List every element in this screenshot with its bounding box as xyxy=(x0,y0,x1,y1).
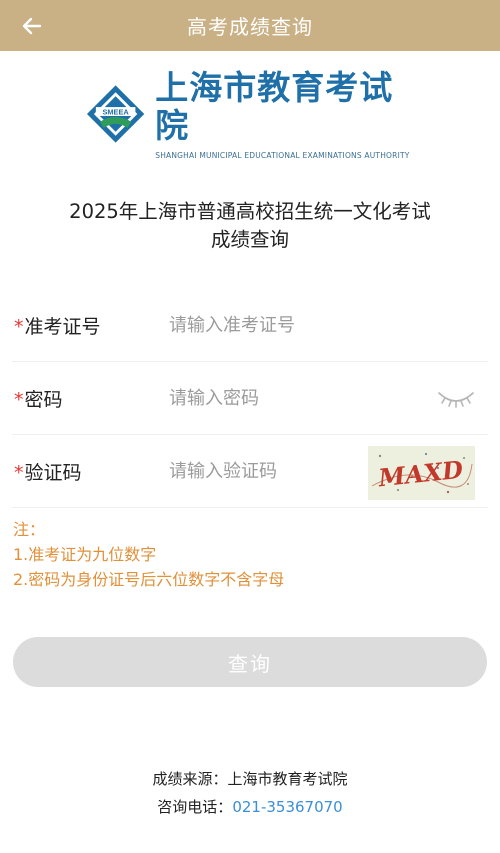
arrow-left-icon xyxy=(22,17,42,35)
password-input[interactable] xyxy=(169,387,369,409)
password-label-text: 密码 xyxy=(24,388,63,411)
eye-closed-icon xyxy=(438,392,474,408)
exam-title-line1: 2025年上海市普通高校招生统一文化考试 xyxy=(69,200,431,223)
required-mark: * xyxy=(14,461,24,484)
contact-phone-link[interactable]: 021-35367070 xyxy=(232,798,342,816)
notes-section: 注： 1.准考证为九位数字 2.密码为身份证号后六位数字不含字母 xyxy=(13,517,284,592)
captcha-input[interactable] xyxy=(169,460,369,482)
institution-name-en: SHANGHAI MUNICIPAL EDUCATIONAL EXAMINATI… xyxy=(155,150,410,160)
required-mark: * xyxy=(14,388,24,411)
exam-title-line2: 成绩查询 xyxy=(210,228,289,251)
password-visibility-toggle[interactable] xyxy=(434,380,478,416)
contact-phone-label: 咨询电话： xyxy=(157,798,233,816)
top-bar: 高考成绩查询 xyxy=(0,0,500,51)
smeea-emblem-icon: SMEEA xyxy=(86,85,145,143)
back-button[interactable] xyxy=(16,10,48,42)
exam-id-input[interactable] xyxy=(169,314,369,336)
captcha-label-text: 验证码 xyxy=(24,461,82,484)
score-source-label: 成绩来源： xyxy=(152,770,228,788)
institution-logo: SMEEA 上海市教育考试院 SHANGHAI MUNICIPAL EDUCAT… xyxy=(84,68,424,160)
emblem-text: SMEEA xyxy=(102,107,129,116)
exam-title: 2025年上海市普通高校招生统一文化考试 成绩查询 xyxy=(20,198,480,254)
score-source-value: 上海市教育考试院 xyxy=(227,770,348,788)
captcha-label: *验证码 xyxy=(12,458,169,485)
page-title: 高考成绩查询 xyxy=(187,15,313,39)
footer: 成绩来源：上海市教育考试院 咨询电话：021-35367070 xyxy=(0,765,500,821)
exam-id-row: *准考证号 xyxy=(12,289,488,362)
score-source: 成绩来源：上海市教育考试院 xyxy=(0,765,500,793)
note-item: 2.密码为身份证号后六位数字不含字母 xyxy=(13,570,285,589)
captcha-row: *验证码 MAXD xyxy=(12,435,488,508)
password-label: *密码 xyxy=(12,385,169,412)
required-mark: * xyxy=(14,315,24,338)
password-row: *密码 xyxy=(12,362,488,435)
institution-name-cn: 上海市教育考试院 xyxy=(155,67,394,145)
note-item: 1.准考证为九位数字 xyxy=(13,545,157,564)
captcha-image[interactable]: MAXD xyxy=(368,446,475,500)
exam-id-label: *准考证号 xyxy=(12,312,169,339)
contact-phone: 咨询电话：021-35367070 xyxy=(0,793,500,821)
exam-id-label-text: 准考证号 xyxy=(24,315,101,338)
notes-title: 注： xyxy=(13,520,46,539)
query-button[interactable]: 查询 xyxy=(13,637,487,687)
